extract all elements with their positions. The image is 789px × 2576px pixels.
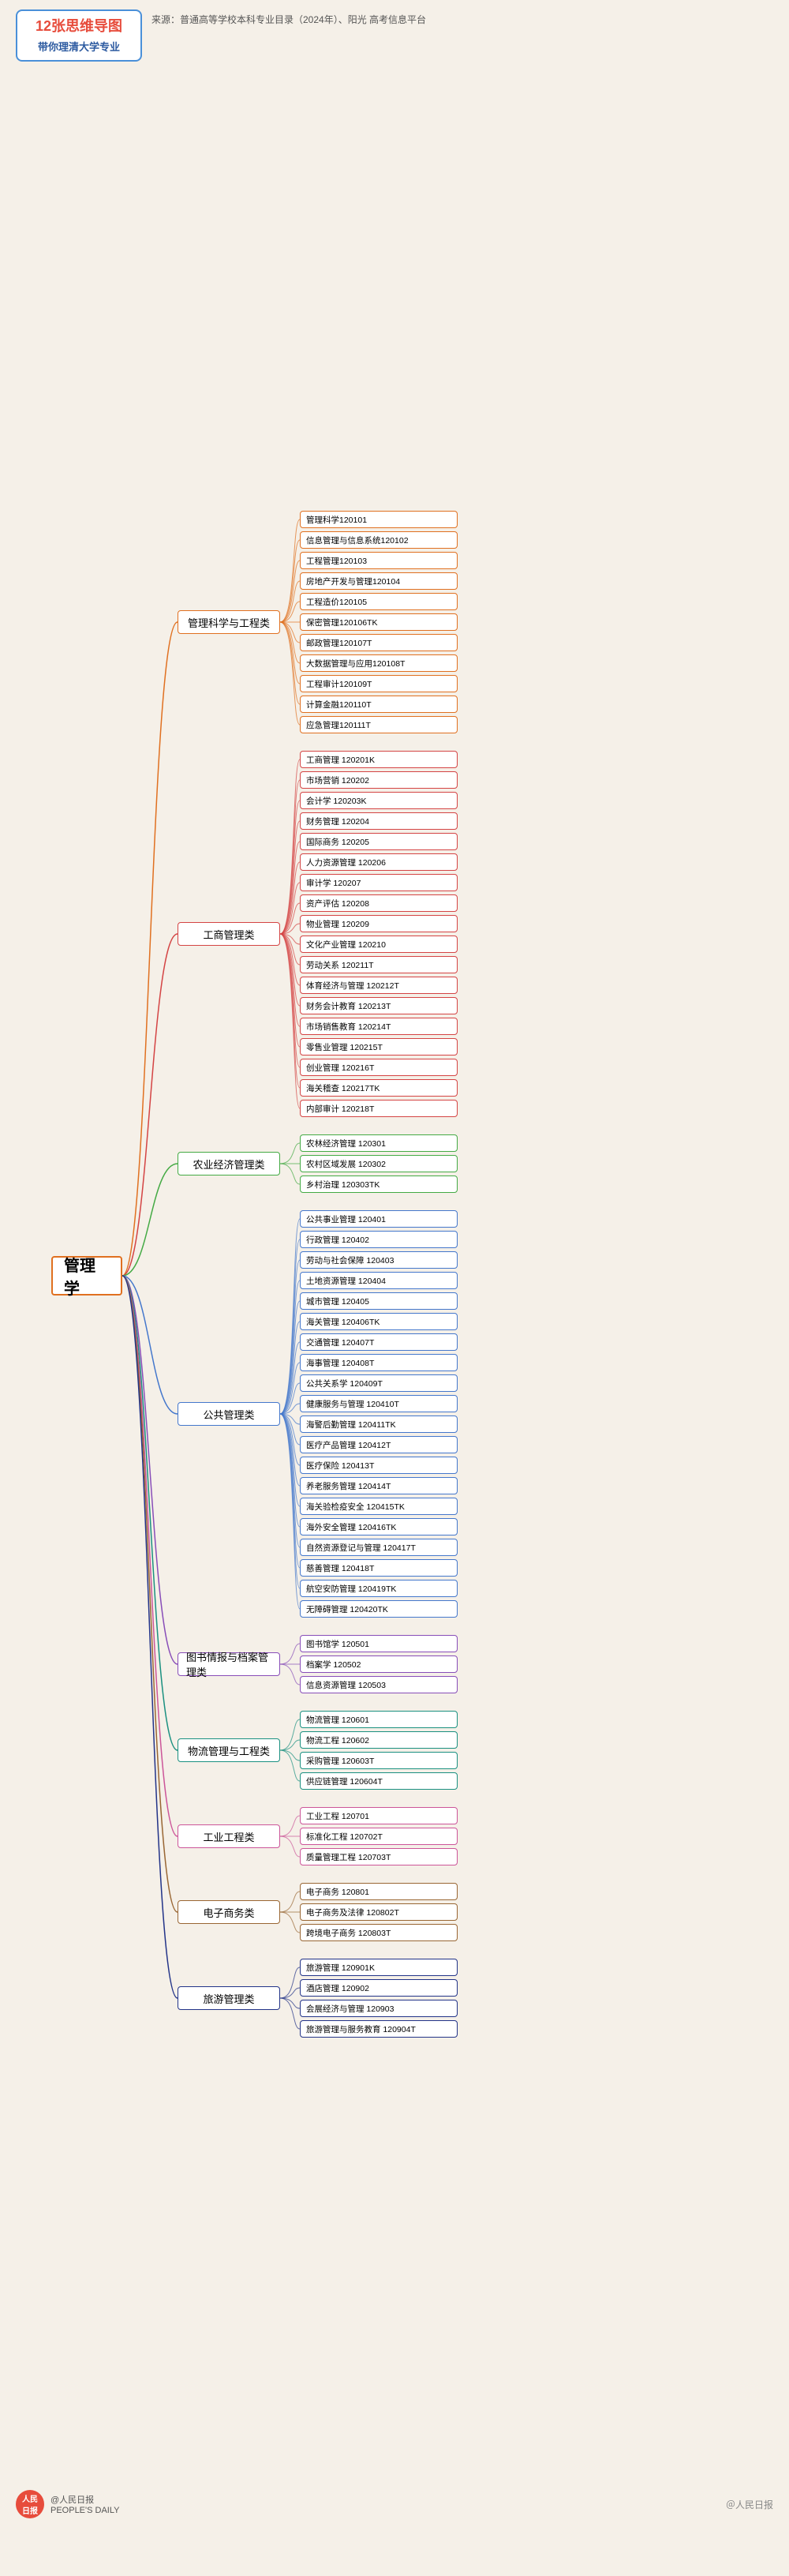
leaf-node-3-10: 海警后勤管理 120411TK [300,1415,458,1433]
leaf-node-3-11: 医疗产品管理 120412T [300,1436,458,1453]
leaf-node-7-0: 电子商务 120801 [300,1883,458,1900]
leaf-node-1-8: 物业管理 120209 [300,915,458,932]
category-node-3: 公共管理类 [178,1402,280,1426]
leaf-node-2-2: 乡村治理 120303TK [300,1176,458,1193]
logo-icon: 人民日报 [16,2490,44,2518]
leaf-node-3-12: 医疗保险 120413T [300,1457,458,1474]
header-badge-title: 12张思维导图 [27,17,131,36]
leaf-node-3-8: 公共关系学 120409T [300,1374,458,1392]
footer-logo: 人民日报 @人民日报PEOPLE'S DAILY [16,2490,120,2518]
leaf-node-3-6: 交通管理 120407T [300,1333,458,1351]
leaf-node-1-7: 资产评估 120208 [300,894,458,912]
leaf-node-3-5: 海关管理 120406TK [300,1313,458,1330]
category-node-2: 农业经济管理类 [178,1152,280,1176]
leaf-node-8-3: 旅游管理与服务教育 120904T [300,2020,458,2038]
leaf-node-1-11: 体育经济与管理 120212T [300,977,458,994]
leaf-node-1-15: 创业管理 120216T [300,1059,458,1076]
leaf-node-3-3: 土地资源管理 120404 [300,1272,458,1289]
leaf-node-3-18: 航空安防管理 120419TK [300,1580,458,1597]
page-container: 12张思维导图 带你理清大学专业 来源：普通高等学校本科专业目录（2024年）、… [0,0,789,2525]
category-node-6: 工业工程类 [178,1824,280,1848]
leaf-node-1-16: 海关稽查 120217TK [300,1079,458,1097]
leaf-node-5-0: 物流管理 120601 [300,1711,458,1728]
footer-watermark: ＠人民日报 [726,2498,773,2511]
leaf-node-7-1: 电子商务及法律 120802T [300,1903,458,1921]
leaf-node-1-3: 财务管理 120204 [300,812,458,830]
leaf-node-6-2: 质量管理工程 120703T [300,1848,458,1865]
leaf-node-3-7: 海事管理 120408T [300,1354,458,1371]
mindmap: 管理学 管理科学与工程类 管理科学120101 信息管理与信息系统120102 工程管理… [0,68,789,2484]
header-source: 来源：普通高等学校本科专业目录（2024年）、阳光 高考信息平台 [151,9,426,28]
leaf-node-3-19: 无障碍管理 120420TK [300,1600,458,1618]
leaf-node-3-14: 海关验检疫安全 120415TK [300,1498,458,1515]
leaf-node-4-0: 图书馆学 120501 [300,1635,458,1652]
leaf-node-4-1: 档案学 120502 [300,1655,458,1673]
leaf-node-3-15: 海外安全管理 120416TK [300,1518,458,1535]
category-node-4: 图书情报与档案管理类 [178,1652,280,1676]
footer: 人民日报 @人民日报PEOPLE'S DAILY ＠人民日报 [0,2484,789,2525]
leaf-node-3-1: 行政管理 120402 [300,1231,458,1248]
leaf-node-0-0: 管理科学120101 [300,511,458,528]
leaf-node-3-13: 养老服务管理 120414T [300,1477,458,1494]
category-node-8: 旅游管理类 [178,1986,280,2010]
category-node-5: 物流管理与工程类 [178,1738,280,1762]
leaf-node-5-2: 采购管理 120603T [300,1752,458,1769]
leaf-node-0-9: 计算金融120110T [300,696,458,713]
logo-symbol: 人民日报 [22,2492,38,2516]
leaf-node-5-3: 供应链管理 120604T [300,1772,458,1790]
leaf-node-0-8: 工程审计120109T [300,675,458,692]
leaf-node-8-0: 旅游管理 120901K [300,1959,458,1976]
leaf-node-0-10: 应急管理120111T [300,716,458,733]
leaf-node-1-5: 人力资源管理 120206 [300,853,458,871]
leaf-node-0-4: 工程造价120105 [300,593,458,610]
leaf-node-3-9: 健康服务与管理 120410T [300,1395,458,1412]
leaf-node-3-17: 慈善管理 120418T [300,1559,458,1577]
leaf-node-1-4: 国际商务 120205 [300,833,458,850]
category-node-0: 管理科学与工程类 [178,610,280,634]
leaf-node-0-7: 大数据管理与应用120108T [300,654,458,672]
leaf-node-3-4: 城市管理 120405 [300,1292,458,1310]
leaf-node-1-17: 内部审计 120218T [300,1100,458,1117]
leaf-node-1-12: 财务会计教育 120213T [300,997,458,1014]
footer-logo-text: @人民日报PEOPLE'S DAILY [50,2493,120,2515]
leaf-node-1-9: 文化产业管理 120210 [300,936,458,953]
leaf-node-1-13: 市场销售教育 120214T [300,1018,458,1035]
leaf-node-3-2: 劳动与社会保障 120403 [300,1251,458,1269]
leaf-node-1-1: 市场营销 120202 [300,771,458,789]
leaf-node-1-0: 工商管理 120201K [300,751,458,768]
leaf-node-0-5: 保密管理120106TK [300,613,458,631]
leaf-node-3-16: 自然资源登记与管理 120417T [300,1539,458,1556]
leaf-node-0-1: 信息管理与信息系统120102 [300,531,458,549]
leaf-node-5-1: 物流工程 120602 [300,1731,458,1749]
header-badge: 12张思维导图 带你理清大学专业 [16,9,142,62]
leaf-node-4-2: 信息资源管理 120503 [300,1676,458,1693]
leaf-node-6-0: 工业工程 120701 [300,1807,458,1824]
leaf-node-8-1: 酒店管理 120902 [300,1979,458,1997]
leaf-node-1-10: 劳动关系 120211T [300,956,458,973]
leaf-node-7-2: 跨境电子商务 120803T [300,1924,458,1941]
leaf-node-1-6: 审计学 120207 [300,874,458,891]
leaf-node-2-1: 农村区域发展 120302 [300,1155,458,1172]
leaf-node-6-1: 标准化工程 120702T [300,1828,458,1845]
leaf-node-0-2: 工程管理120103 [300,552,458,569]
header-badge-subtitle: 带你理清大学专业 [27,39,131,54]
leaf-node-1-14: 零售业管理 120215T [300,1038,458,1056]
leaf-node-1-2: 会计学 120203K [300,792,458,809]
center-node: 管理学 [51,1256,122,1295]
header: 12张思维导图 带你理清大学专业 来源：普通高等学校本科专业目录（2024年）、… [0,0,789,68]
leaf-node-0-6: 邮政管理120107T [300,634,458,651]
leaf-node-3-0: 公共事业管理 120401 [300,1210,458,1228]
leaf-node-2-0: 农林经济管理 120301 [300,1134,458,1152]
leaf-node-0-3: 房地产开发与管理120104 [300,572,458,590]
category-node-1: 工商管理类 [178,922,280,946]
category-node-7: 电子商务类 [178,1900,280,1924]
leaf-node-8-2: 会展经济与管理 120903 [300,2000,458,2017]
